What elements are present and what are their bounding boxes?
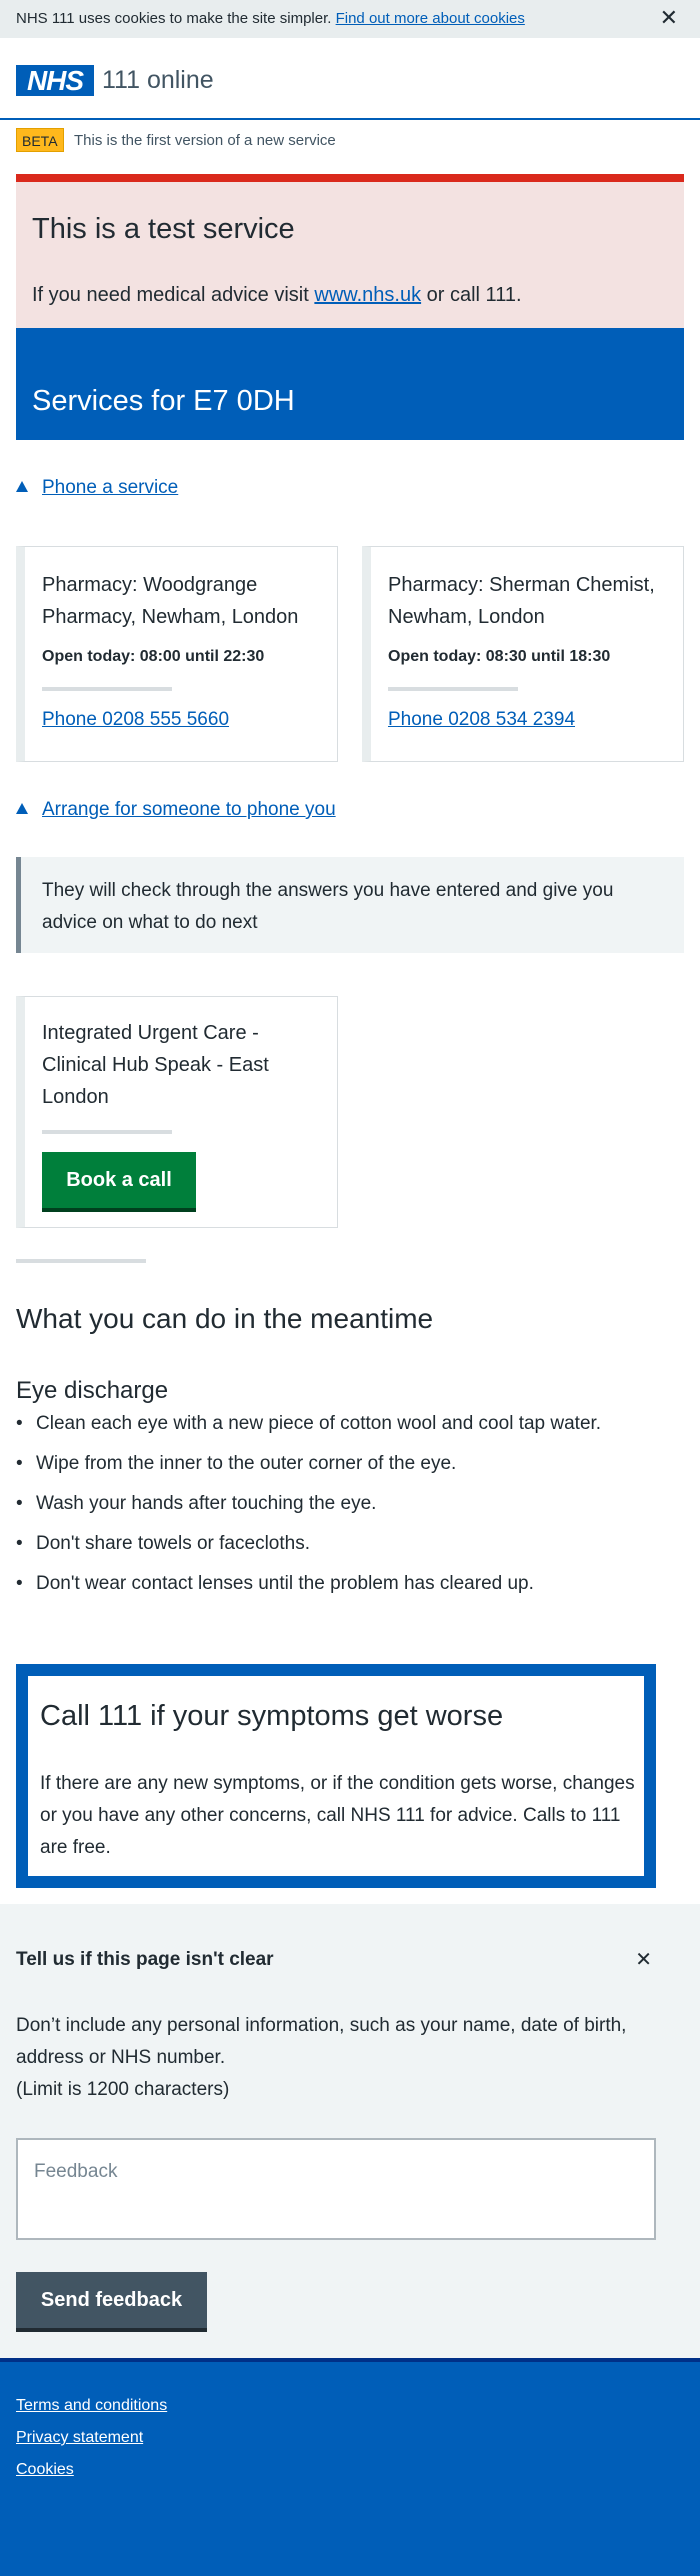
triangle-up-icon <box>16 803 28 814</box>
list-item: Don't share towels or facecloths. <box>16 1528 656 1560</box>
list-item: Clean each eye with a new piece of cotto… <box>16 1408 656 1440</box>
advice-list: Clean each eye with a new piece of cotto… <box>16 1408 656 1608</box>
service-card: Pharmacy: Woodgrange Pharmacy, Newham, L… <box>16 546 338 762</box>
cookie-info-link[interactable]: Find out more about cookies <box>336 10 525 27</box>
nhs-website-link[interactable]: www.nhs.uk <box>314 284 421 306</box>
worsening-care-card: Call 111 if your symptoms get worse If t… <box>16 1664 656 1888</box>
book-call-button[interactable]: Book a call <box>42 1152 196 1208</box>
nhs-logo[interactable]: NHS <box>16 65 94 96</box>
call-service-title: Integrated Urgent Care - Clinical Hub Sp… <box>42 1022 269 1108</box>
services-header: Services for E7 0DH <box>16 328 684 440</box>
close-icon[interactable]: ✕ <box>635 1948 652 1972</box>
opening-hours: Open today: 08:30 until 18:30 <box>388 647 610 667</box>
feedback-help: Don’t include any personal information, … <box>16 2015 627 2068</box>
test-service-title: This is a test service <box>32 213 295 245</box>
feedback-limit: (Limit is 1200 characters) <box>16 2079 230 2100</box>
site-footer: Terms and conditions Privacy statement C… <box>0 2358 700 2576</box>
cookie-banner: NHS 111 uses cookies to make the site si… <box>0 0 700 38</box>
feedback-title: Tell us if this page isn't clear <box>16 1949 274 1970</box>
triangle-up-icon <box>16 481 28 492</box>
cookie-message: NHS 111 uses cookies to make the site si… <box>16 10 525 28</box>
test-service-body: If you need medical advice visit www.nhs… <box>32 283 522 307</box>
section-divider <box>16 1259 146 1263</box>
footer-link-cookies[interactable]: Cookies <box>16 2460 74 2480</box>
list-item: Wipe from the inner to the outer corner … <box>16 1448 656 1480</box>
inset-text: They will check through the answers you … <box>16 857 684 953</box>
site-header: NHS 111 online <box>0 38 700 120</box>
arrange-call-link[interactable]: Arrange for someone to phone you <box>42 799 336 820</box>
card-divider <box>388 687 518 691</box>
send-feedback-button[interactable]: Send feedback <box>16 2272 207 2328</box>
page-title: Services for E7 0DH <box>32 385 295 417</box>
arrange-call-toggle[interactable]: Arrange for someone to phone you <box>16 797 336 823</box>
service-card-title: Pharmacy: Sherman Chemist, Newham, Londo… <box>388 574 655 628</box>
call-service-card: Integrated Urgent Care - Clinical Hub Sp… <box>16 996 338 1228</box>
beta-tag: BETA <box>16 128 64 152</box>
phone-link[interactable]: Phone 0208 534 2394 <box>388 708 575 732</box>
test-body-after: or call 111. <box>421 284 522 306</box>
opening-hours-text: Open today: 08:30 until 18:30 <box>388 648 611 665</box>
close-icon[interactable]: ✕ <box>660 6 678 30</box>
card-divider <box>42 1130 172 1134</box>
list-item: Wash your hands after touching the eye. <box>16 1488 656 1520</box>
opening-hours-text: Open today: 08:00 until 22:30 <box>42 648 265 665</box>
service-name[interactable]: 111 online <box>102 65 214 95</box>
list-item: Don't wear contact lenses until the prob… <box>16 1568 656 1600</box>
phone-service-toggle[interactable]: Phone a service <box>16 475 178 501</box>
phone-link[interactable]: Phone 0208 555 5660 <box>42 708 229 732</box>
condition-heading: Eye discharge <box>16 1377 169 1404</box>
beta-text: This is the first version of a new servi… <box>74 132 336 149</box>
phone-service-link[interactable]: Phone a service <box>42 477 178 498</box>
card-divider <box>42 687 172 691</box>
footer-link-terms[interactable]: Terms and conditions <box>16 2396 167 2416</box>
meantime-heading: What you can do in the meantime <box>16 1303 434 1334</box>
inset-message: They will check through the answers you … <box>42 880 614 933</box>
service-card-title: Pharmacy: Woodgrange Pharmacy, Newham, L… <box>42 574 299 628</box>
feedback-panel: Tell us if this page isn't clear ✕ Don’t… <box>0 1904 700 2358</box>
beta-banner: BETA This is the first version of a new … <box>16 128 686 154</box>
feedback-input[interactable] <box>16 2138 656 2240</box>
test-service-panel: This is a test service If you need medic… <box>16 174 684 328</box>
footer-link-privacy[interactable]: Privacy statement <box>16 2428 143 2448</box>
opening-hours: Open today: 08:00 until 22:30 <box>42 647 264 667</box>
care-card-body: If there are any new symptoms, or if the… <box>40 1773 635 1858</box>
service-card: Pharmacy: Sherman Chemist, Newham, Londo… <box>362 546 684 762</box>
care-card-title: Call 111 if your symptoms get worse <box>40 1700 504 1732</box>
test-body-before: If you need medical advice visit <box>32 284 315 306</box>
cookie-text: NHS 111 uses cookies to make the site si… <box>16 10 332 27</box>
